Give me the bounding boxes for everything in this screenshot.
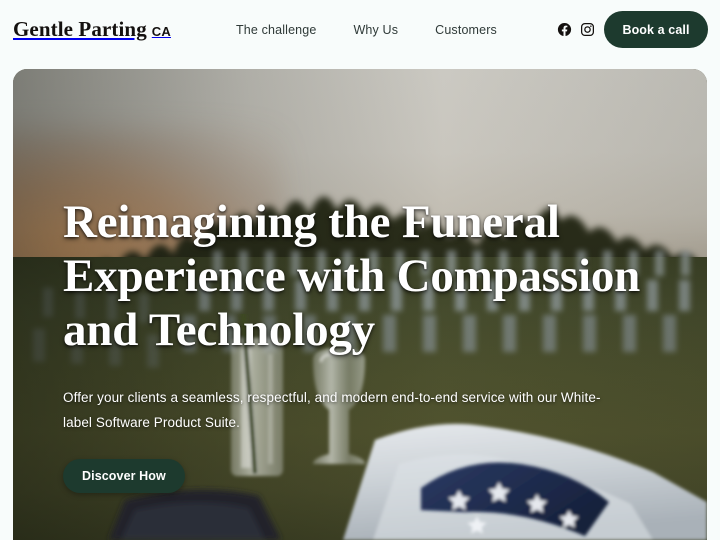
nav-item-the-challenge[interactable]: The challenge (236, 23, 316, 37)
instagram-icon[interactable] (580, 22, 595, 37)
book-a-call-button[interactable]: Book a call (604, 11, 708, 48)
hero-title: Reimagining the Funeral Experience with … (63, 196, 641, 356)
brand-logo[interactable]: Gentle Parting CA (13, 17, 171, 42)
social-links (557, 22, 595, 37)
facebook-icon[interactable] (557, 22, 572, 37)
landing-page: Gentle Parting CA The challenge Why Us C… (0, 0, 720, 540)
hero-content: Reimagining the Funeral Experience with … (63, 195, 683, 493)
discover-how-button[interactable]: Discover How (63, 459, 185, 493)
hero-subtitle: Offer your clients a seamless, respectfu… (63, 390, 601, 430)
brand-suffix: CA (151, 24, 171, 39)
main-navigation: The challenge Why Us Customers (236, 23, 497, 37)
brand-name: Gentle Parting (13, 17, 147, 41)
nav-item-why-us[interactable]: Why Us (353, 23, 398, 37)
site-header: Gentle Parting CA The challenge Why Us C… (0, 0, 720, 62)
hero-section: Reimagining the Funeral Experience with … (13, 69, 707, 540)
nav-item-customers[interactable]: Customers (435, 23, 497, 37)
